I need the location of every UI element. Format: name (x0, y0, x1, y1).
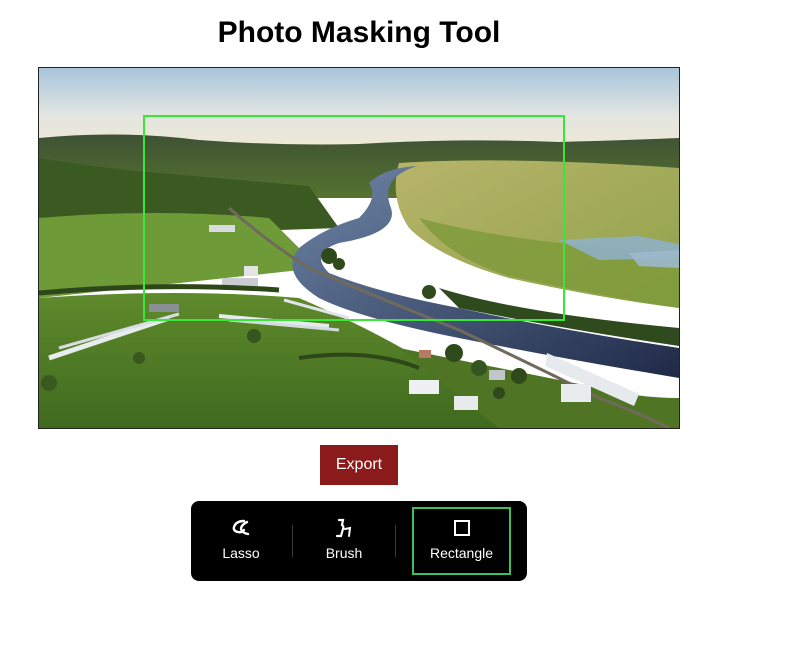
export-button[interactable]: Export (320, 445, 398, 485)
tool-toolbar: Lasso Brush Rectangle (191, 501, 527, 581)
lasso-icon (230, 517, 252, 539)
page: Photo Masking Tool Export Lasso Brush Re… (0, 0, 804, 654)
tool-rectangle[interactable]: Rectangle (412, 507, 511, 575)
tool-lasso-label: Lasso (222, 545, 260, 561)
rectangle-icon (451, 517, 473, 539)
photo-canvas[interactable] (38, 67, 680, 429)
tool-lasso[interactable]: Lasso (203, 507, 279, 575)
tool-brush-label: Brush (325, 545, 363, 561)
brush-icon (333, 517, 355, 539)
page-title: Photo Masking Tool (217, 16, 501, 49)
toolbar-divider (395, 525, 396, 557)
tool-brush[interactable]: Brush (305, 507, 383, 575)
tool-rectangle-label: Rectangle (429, 545, 494, 561)
rectangle-selection[interactable] (143, 115, 565, 321)
toolbar-divider (292, 525, 293, 557)
